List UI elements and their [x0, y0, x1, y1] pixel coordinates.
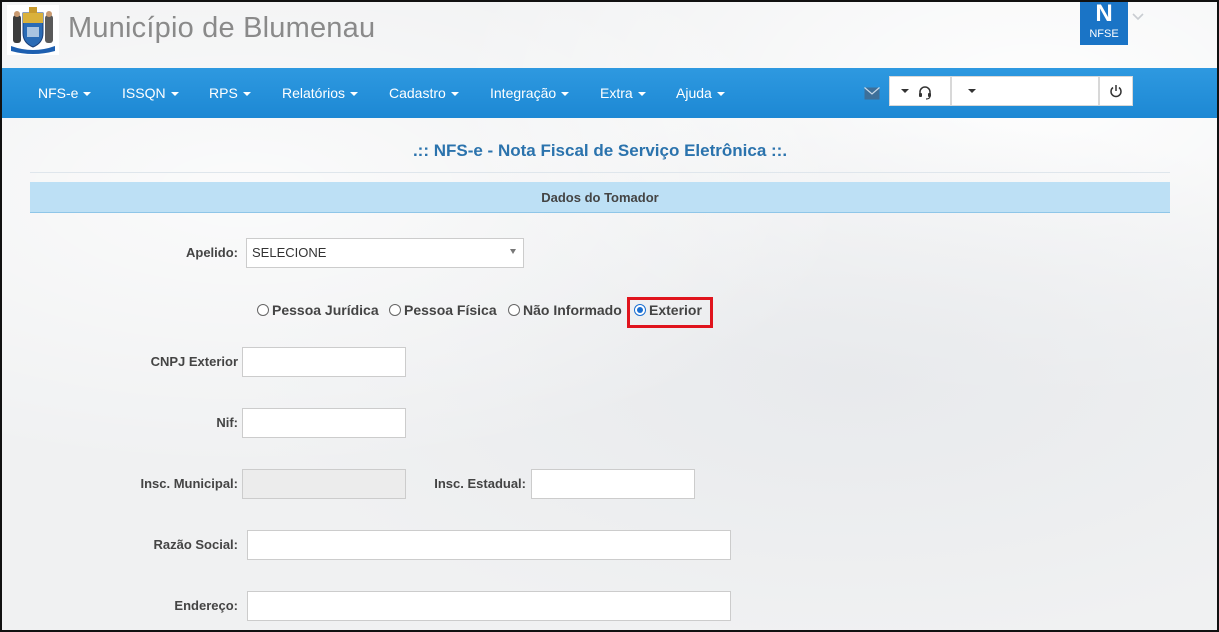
cnpj-exterior-label: CNPJ Exterior [150, 354, 238, 369]
razao-social-input[interactable] [247, 530, 731, 560]
nav-item-label: ISSQN [122, 85, 166, 101]
apelido-select-value: SELECIONE [252, 245, 327, 260]
nfse-logo-letter: N [1095, 0, 1113, 27]
site-title: Município de Blumenau [68, 12, 376, 44]
caret-down-icon [83, 92, 92, 97]
radio-label: Pessoa Física [404, 302, 497, 318]
nav-item-label: Relatórios [282, 85, 346, 101]
insc-municipal-label: Insc. Municipal: [140, 476, 238, 491]
caret-down-icon [968, 89, 976, 93]
endereco-label: Endereço: [174, 598, 238, 613]
endereco-input[interactable] [247, 591, 731, 621]
section-header: Dados do Tomador [30, 182, 1170, 213]
cnpj-exterior-input[interactable] [242, 347, 406, 377]
insc-estadual-input[interactable] [531, 469, 695, 499]
insc-municipal-input [242, 469, 406, 499]
nav-item-rps[interactable]: RPS [209, 68, 251, 118]
razao-social-label: Razão Social: [153, 537, 238, 552]
site-header: Município de Blumenau N NFSE [0, 0, 1219, 68]
page-title: .:: NFS-e - Nota Fiscal de Serviço Eletr… [412, 141, 788, 160]
radio-button[interactable] [389, 304, 401, 316]
insc-estadual-label: Insc. Estadual: [434, 476, 526, 491]
caret-down-icon [901, 89, 909, 93]
nav-item-issqn[interactable]: ISSQN [122, 68, 179, 118]
nav-item-nfse[interactable]: NFS-e [38, 68, 92, 118]
caret-down-icon [242, 92, 251, 97]
apelido-label: Apelido: [186, 245, 238, 260]
nif-input[interactable] [242, 408, 406, 438]
highlight-box [627, 297, 713, 328]
envelope-icon[interactable] [864, 87, 880, 100]
nav-item-integracao[interactable]: Integração [490, 68, 570, 118]
chevron-down-icon[interactable] [1131, 10, 1145, 24]
headset-icon [919, 86, 931, 100]
apelido-select[interactable]: SELECIONE [246, 238, 524, 268]
caret-down-icon [716, 92, 725, 97]
nav-item-extra[interactable]: Extra [600, 68, 646, 118]
nav-item-cadastro[interactable]: Cadastro [389, 68, 459, 118]
radio-label: Não Informado [523, 302, 622, 318]
user-dropdown[interactable] [951, 76, 1099, 106]
dropdown-arrow-icon [510, 249, 516, 254]
radio-label: Pessoa Jurídica [272, 302, 379, 318]
nif-label: Nif: [216, 415, 238, 430]
caret-down-icon [637, 92, 646, 97]
nav-item-label: Integração [490, 85, 557, 101]
nfse-logo[interactable]: N NFSE [1080, 0, 1128, 45]
support-dropdown[interactable] [889, 76, 951, 106]
logout-button[interactable] [1099, 76, 1133, 106]
caret-down-icon [350, 92, 359, 97]
caret-down-icon [450, 92, 459, 97]
radio-button[interactable] [508, 304, 520, 316]
nav-item-ajuda[interactable]: Ajuda [676, 68, 725, 118]
nav-item-label: Cadastro [389, 85, 446, 101]
caret-down-icon [561, 92, 570, 97]
municipal-coat-of-arms-icon [7, 5, 59, 55]
nav-item-label: RPS [209, 85, 238, 101]
nav-item-label: Ajuda [676, 85, 712, 101]
nav-item-label: Extra [600, 85, 633, 101]
nfse-logo-text: NFSE [1089, 28, 1119, 40]
nav-item-relatorios[interactable]: Relatórios [282, 68, 359, 118]
nav-item-label: NFS-e [38, 85, 79, 101]
power-icon [1110, 85, 1122, 98]
radio-button[interactable] [257, 304, 269, 316]
divider [30, 172, 1170, 173]
caret-down-icon [170, 92, 179, 97]
